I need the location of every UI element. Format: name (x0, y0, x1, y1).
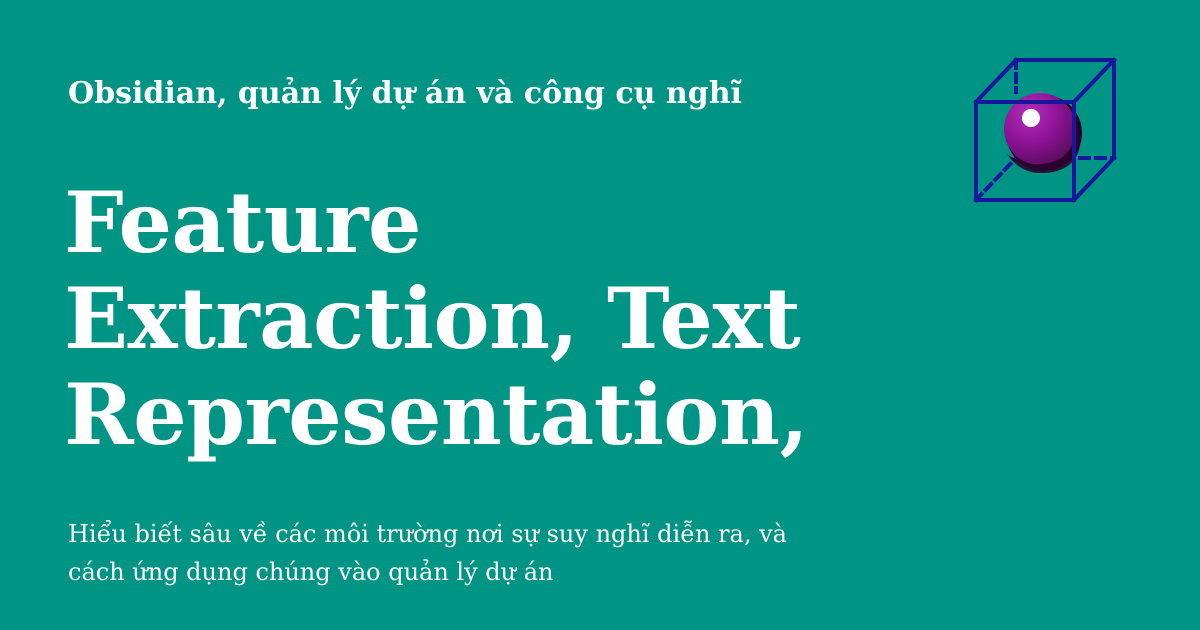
post-description-line-2: cách ứng dụng chúng vào quản lý dự án (68, 558, 554, 586)
site-name: Obsidian, quản lý dự án và công cụ nghĩ (68, 76, 742, 111)
post-title: Feature Extraction, Text Representation, (64, 175, 894, 463)
cube-with-sphere-icon (973, 57, 1117, 203)
post-title-line-3: Representation, (64, 365, 809, 464)
post-description: Hiểu biết sâu về các môi trường nơi sự s… (68, 515, 968, 591)
post-title-line-2: Extraction, Text (64, 269, 801, 368)
post-description-line-1: Hiểu biết sâu về các môi trường nơi sự s… (68, 520, 787, 548)
sphere-icon (1004, 93, 1082, 174)
social-preview-card: Obsidian, quản lý dự án và công cụ nghĩ … (0, 0, 1200, 630)
post-title-line-1: Feature (64, 173, 422, 272)
